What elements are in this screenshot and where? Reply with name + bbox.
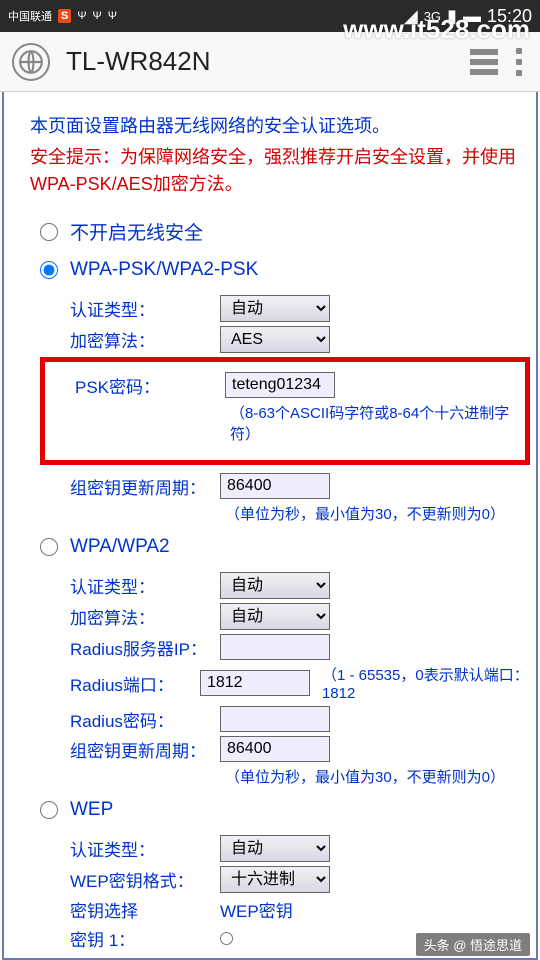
tabs-icon[interactable] <box>470 49 498 75</box>
security-warning: 安全提示：为保障网络安全，强烈推荐开启安全设置，并使用WPA-PSK/AES加密… <box>30 144 530 198</box>
auth-type-select[interactable]: 自动 <box>220 835 330 862</box>
sogou-icon: S <box>58 9 71 23</box>
radius-ip-input[interactable] <box>220 634 330 660</box>
auth-type-select[interactable]: 自动 <box>220 572 330 599</box>
radio-disable-security[interactable] <box>40 223 58 241</box>
auth-type-select[interactable]: 自动 <box>220 295 330 322</box>
usb-icon: Ψ <box>77 10 86 22</box>
wep-format-label: WEP密钥格式： <box>70 867 220 892</box>
radius-port-hint: （1 - 65535，0表示默认端口：1812 <box>322 664 530 702</box>
group-key-period-label: 组密钥更新周期： <box>70 737 220 762</box>
radio-label: 不开启无线安全 <box>70 218 203 245</box>
psk-highlight-box: PSK密码： （8-63个ASCII码字符或8-64个十六进制字符） <box>40 357 530 465</box>
credit-badge: 头条 @ 悟途思道 <box>416 933 530 956</box>
auth-type-label: 认证类型： <box>70 836 220 861</box>
period-hint: （单位为秒，最小值为30，不更新则为0） <box>225 503 530 524</box>
key1-radio[interactable] <box>220 932 233 945</box>
encrypt-algo-label: 加密算法： <box>70 327 220 352</box>
group-key-period-input[interactable] <box>220 473 330 499</box>
wep-format-select[interactable]: 十六进制 <box>220 866 330 893</box>
menu-icon[interactable] <box>510 48 528 76</box>
radio-label: WPA-PSK/WPA2-PSK <box>70 259 258 281</box>
group-key-period-input[interactable] <box>220 736 330 762</box>
usb-icon: Ψ <box>93 10 102 22</box>
radius-port-label: Radius端口： <box>70 671 200 696</box>
globe-icon[interactable] <box>12 43 50 81</box>
encrypt-algo-select[interactable]: AES <box>220 326 330 353</box>
radius-port-input[interactable] <box>200 670 310 696</box>
usb-icon: Ψ <box>108 10 117 22</box>
radius-password-input[interactable] <box>220 706 330 732</box>
section-wpa-psk: WPA-PSK/WPA2-PSK 认证类型： 自动 加密算法： AES PSK密… <box>40 259 530 524</box>
radio-wep[interactable] <box>40 801 58 819</box>
key2-label: 密钥 2： <box>70 955 220 960</box>
wep-key-header: WEP密钥 <box>220 897 293 922</box>
auth-type-label: 认证类型： <box>70 573 220 598</box>
section-disable-security: 不开启无线安全 <box>40 218 530 245</box>
psk-password-label: PSK密码： <box>75 373 225 398</box>
router-settings-page: 本页面设置路由器无线网络的安全认证选项。 安全提示：为保障网络安全，强烈推荐开启… <box>2 92 538 960</box>
radio-wpa-psk[interactable] <box>40 261 58 279</box>
radio-wpa[interactable] <box>40 538 58 556</box>
watermark-text: www.it528.com <box>343 14 530 45</box>
group-key-period-label: 组密钥更新周期： <box>70 474 220 499</box>
auth-type-label: 认证类型： <box>70 296 220 321</box>
encrypt-algo-select[interactable]: 自动 <box>220 603 330 630</box>
key1-label: 密钥 1： <box>70 926 220 951</box>
encrypt-algo-label: 加密算法： <box>70 604 220 629</box>
page-intro: 本页面设置路由器无线网络的安全认证选项。 <box>30 112 530 138</box>
key-select-label: 密钥选择 <box>70 897 220 922</box>
status-left: 中国联通 S Ψ Ψ Ψ <box>8 8 117 24</box>
carrier-label: 中国联通 <box>8 8 52 24</box>
url-bar[interactable]: TL-WR842N <box>62 40 458 83</box>
radius-password-label: Radius密码： <box>70 707 220 732</box>
radio-label: WPA/WPA2 <box>70 536 170 558</box>
psk-password-input[interactable] <box>225 372 335 398</box>
radio-label: WEP <box>70 799 113 821</box>
radius-ip-label: Radius服务器IP： <box>70 635 220 660</box>
period-hint: （单位为秒，最小值为30，不更新则为0） <box>225 766 530 787</box>
section-wpa: WPA/WPA2 认证类型： 自动 加密算法： 自动 Radius服务器IP： … <box>40 536 530 787</box>
psk-hint: （8-63个ASCII码字符或8-64个十六进制字符） <box>230 402 525 444</box>
